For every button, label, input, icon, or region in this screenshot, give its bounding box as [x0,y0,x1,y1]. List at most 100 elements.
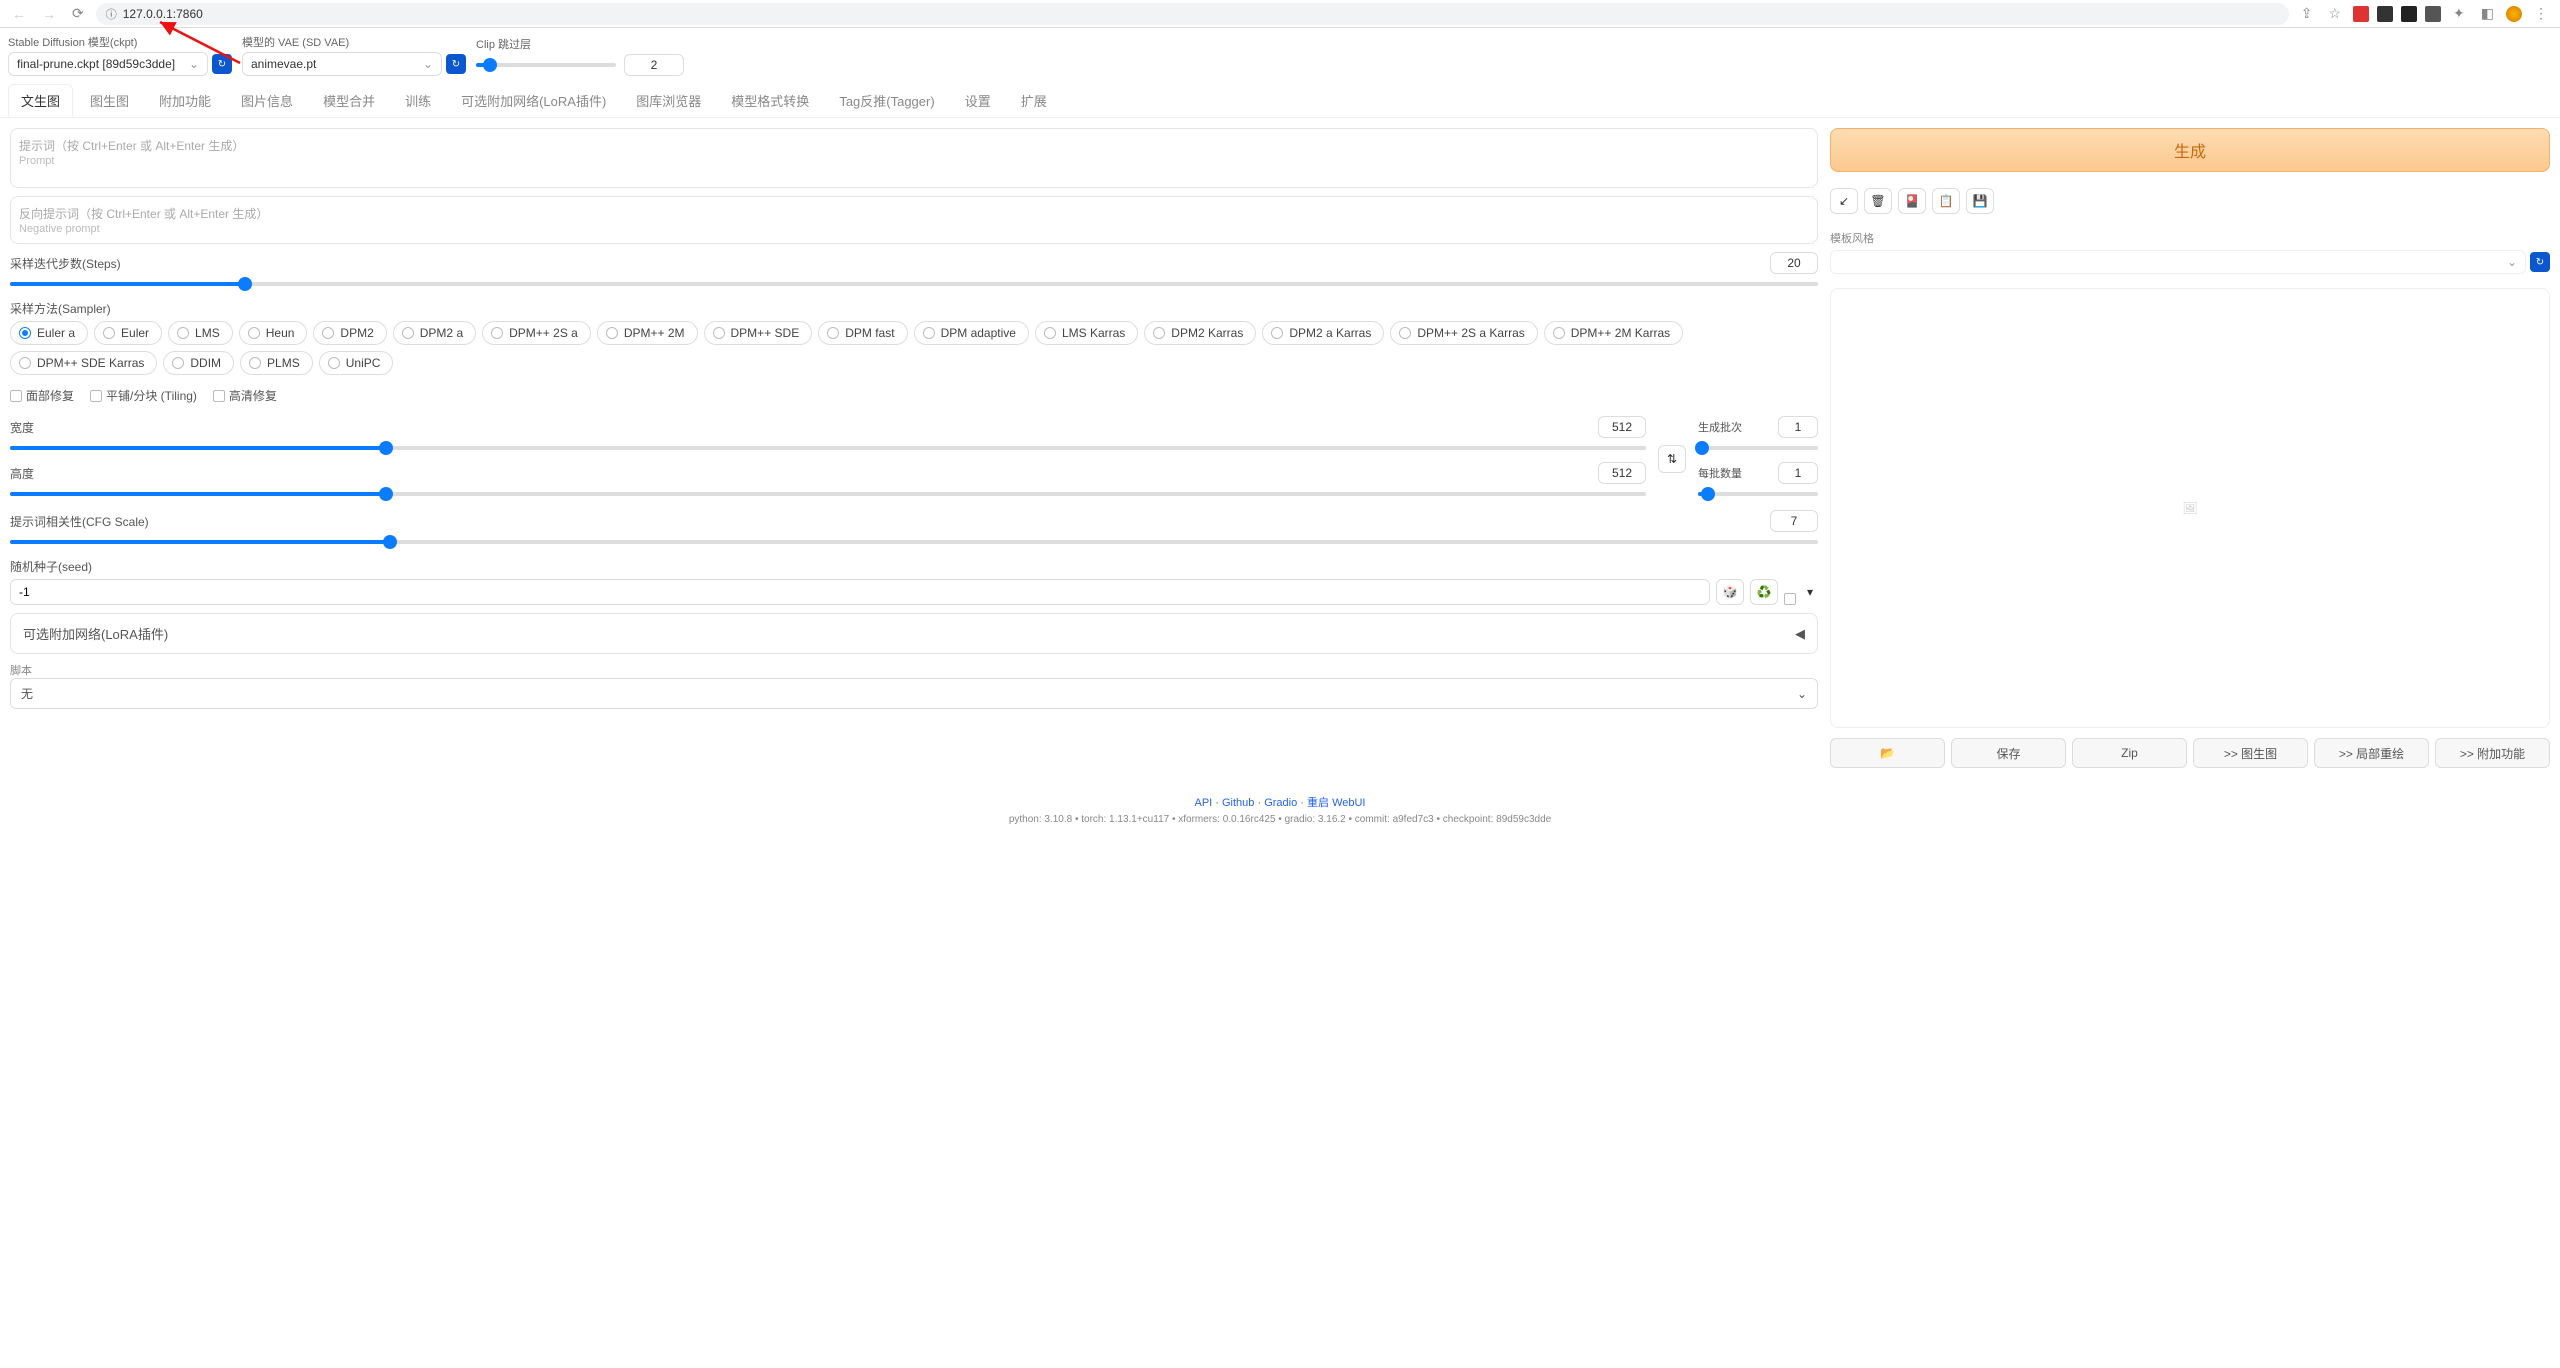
negative-prompt-input[interactable]: 反向提示词（按 Ctrl+Enter 或 Alt+Enter 生成） Negat… [10,196,1818,244]
ckpt-refresh-button[interactable]: ↻ [212,54,232,74]
send-to-extras-button[interactable]: >> 附加功能 [2435,738,2550,768]
tab-3[interactable]: 图片信息 [228,84,306,117]
width-value[interactable]: 512 [1598,416,1646,438]
tab-0[interactable]: 文生图 [8,84,73,117]
tab-4[interactable]: 模型合并 [310,84,388,117]
send-to-inpaint-button[interactable]: >> 局部重绘 [2314,738,2429,768]
ext-icon[interactable] [2377,6,2393,22]
tab-11[interactable]: 扩展 [1008,84,1060,117]
nav-forward-icon[interactable]: → [38,6,60,22]
footer-link[interactable]: Github [1222,797,1254,809]
extensions-icon[interactable]: ✦ [2449,5,2469,22]
tab-2[interactable]: 附加功能 [146,84,224,117]
sampler-option[interactable]: DPM++ 2M Karras [1544,321,1683,345]
tab-9[interactable]: Tag反推(Tagger) [826,84,947,117]
ext-icon[interactable] [2425,6,2441,22]
ckpt-select[interactable]: final-prune.ckpt [89d59c3dde]⌄ [8,52,208,76]
sampler-option[interactable]: DPM2 [313,321,386,345]
sampler-option[interactable]: DPM adaptive [914,321,1029,345]
share-icon[interactable]: ⇪ [2297,5,2317,22]
url-bar[interactable]: ⓘ [96,3,2289,25]
style-refresh-button[interactable]: ↻ [2530,252,2550,272]
footer-link[interactable]: API [1194,797,1212,809]
cfg-slider[interactable] [10,534,1818,550]
script-label: 脚本 [10,665,32,677]
tab-7[interactable]: 图库浏览器 [623,84,714,117]
tab-6[interactable]: 可选附加网络(LoRA插件) [448,84,619,117]
height-slider[interactable] [10,486,1646,502]
batch-size-slider[interactable] [1698,486,1818,502]
menu-icon[interactable]: ⋮ [2530,5,2552,22]
sampler-option[interactable]: Euler a [10,321,88,345]
cfg-value[interactable]: 7 [1770,510,1818,532]
sampler-option[interactable]: PLMS [240,351,313,375]
batch-size-value[interactable]: 1 [1778,462,1818,484]
seed-extra-checkbox[interactable] [1784,593,1796,605]
sampler-option[interactable]: DPM++ SDE [704,321,813,345]
script-select[interactable]: 无 ⌄ [10,678,1818,709]
arrow-button[interactable]: ↙ [1830,188,1858,214]
vae-select[interactable]: animevae.pt⌄ [242,52,442,76]
sampler-option[interactable]: LMS [168,321,233,345]
generate-button[interactable]: 生成 [1830,128,2550,172]
sampler-option[interactable]: DPM++ 2S a [482,321,591,345]
bookmark-icon[interactable]: ☆ [2324,5,2345,22]
sampler-option[interactable]: LMS Karras [1035,321,1138,345]
swap-dimensions-button[interactable]: ⇅ [1658,445,1686,473]
sampler-option[interactable]: Heun [239,321,308,345]
clip-skip-value[interactable]: 2 [624,54,684,76]
clear-button[interactable]: 🗑 [1864,188,1892,214]
sampler-option[interactable]: Euler [94,321,162,345]
sampler-option[interactable]: DPM fast [818,321,907,345]
face-restore-checkbox[interactable]: 面部修复 [10,387,74,404]
tiling-checkbox[interactable]: 平铺/分块 (Tiling) [90,387,197,404]
tab-5[interactable]: 训练 [392,84,444,117]
sampler-option[interactable]: DDIM [163,351,234,375]
styles-button[interactable]: 🎴 [1898,188,1926,214]
height-value[interactable]: 512 [1598,462,1646,484]
steps-value[interactable]: 20 [1770,252,1818,274]
sampler-option[interactable]: DPM++ 2S a Karras [1390,321,1537,345]
prompt-input[interactable]: 提示词（按 Ctrl+Enter 或 Alt+Enter 生成） Prompt [10,128,1818,188]
sampler-option[interactable]: UniPC [319,351,394,375]
save-zip-button[interactable]: Zip [2072,738,2187,768]
seed-reuse-button[interactable]: ♻️ [1750,579,1778,605]
style-select[interactable]: ⌄ [1830,250,2526,274]
hires-fix-checkbox[interactable]: 高清修复 [213,387,277,404]
sampler-option[interactable]: DPM2 Karras [1144,321,1256,345]
sampler-option[interactable]: DPM2 a [393,321,476,345]
sampler-option[interactable]: DPM++ SDE Karras [10,351,157,375]
clipboard-button[interactable]: 📋 [1932,188,1960,214]
seed-expand-icon[interactable]: ▾ [1802,579,1818,605]
open-folder-button[interactable]: 📂 [1830,738,1945,768]
tab-8[interactable]: 模型格式转换 [718,84,822,117]
footer-link[interactable]: Gradio [1264,797,1297,809]
nav-reload-icon[interactable]: ⟳ [68,5,88,22]
sampler-option[interactable]: DPM++ 2M [597,321,698,345]
lora-accordion[interactable]: 可选附加网络(LoRA插件) ◀ [10,613,1818,654]
send-to-img2img-button[interactable]: >> 图生图 [2193,738,2308,768]
accordion-arrow-icon: ◀ [1795,626,1805,642]
site-info-icon[interactable]: ⓘ [106,6,117,22]
ext-icon[interactable] [2353,6,2369,22]
url-input[interactable] [123,7,2279,21]
profile-avatar[interactable] [2506,6,2522,22]
steps-slider[interactable] [10,276,1818,292]
ext-icon[interactable] [2401,6,2417,22]
output-preview: 🖼 [1830,288,2550,728]
nav-back-icon[interactable]: ← [8,6,30,22]
seed-random-button[interactable]: 🎲 [1716,579,1744,605]
sidepanel-icon[interactable]: ◧ [2477,5,2498,22]
save-style-button[interactable]: 💾 [1966,188,1994,214]
batch-count-slider[interactable] [1698,440,1818,456]
width-slider[interactable] [10,440,1646,456]
sampler-option[interactable]: DPM2 a Karras [1262,321,1384,345]
tab-1[interactable]: 图生图 [77,84,142,117]
footer-link[interactable]: 重启 WebUI [1307,797,1365,809]
vae-refresh-button[interactable]: ↻ [446,54,466,74]
tab-10[interactable]: 设置 [952,84,1004,117]
clip-skip-slider[interactable] [476,57,616,73]
save-image-button[interactable]: 保存 [1951,738,2066,768]
batch-count-value[interactable]: 1 [1778,416,1818,438]
seed-input[interactable] [10,579,1710,605]
